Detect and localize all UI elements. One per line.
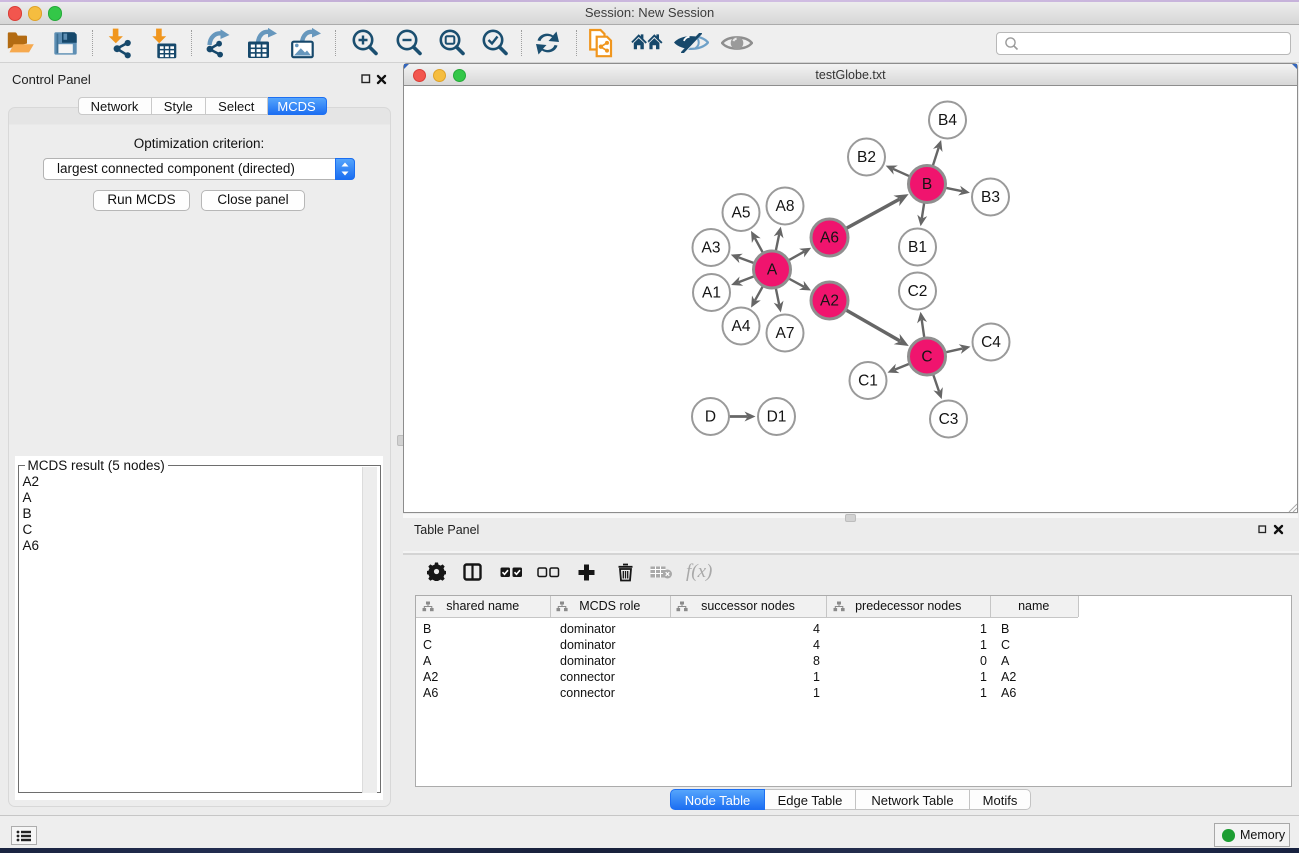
svg-text:D1: D1 xyxy=(767,409,787,426)
svg-text:A7: A7 xyxy=(776,325,795,342)
svg-text:A: A xyxy=(767,262,778,279)
svg-text:C3: C3 xyxy=(939,411,959,428)
svg-text:C2: C2 xyxy=(908,283,928,300)
svg-text:B3: B3 xyxy=(981,189,1000,206)
svg-text:B: B xyxy=(922,176,932,193)
svg-text:A1: A1 xyxy=(702,285,721,302)
svg-text:B2: B2 xyxy=(857,149,876,166)
svg-text:A3: A3 xyxy=(702,240,721,257)
svg-text:B4: B4 xyxy=(938,112,957,129)
svg-text:C4: C4 xyxy=(981,334,1001,351)
svg-text:A8: A8 xyxy=(776,198,795,215)
svg-text:A4: A4 xyxy=(732,318,751,335)
svg-text:B1: B1 xyxy=(908,239,927,256)
svg-text:C1: C1 xyxy=(858,373,878,390)
svg-text:A2: A2 xyxy=(820,293,839,310)
svg-text:D: D xyxy=(705,409,716,426)
svg-text:A5: A5 xyxy=(732,205,751,222)
svg-text:C: C xyxy=(921,349,932,366)
svg-text:A6: A6 xyxy=(820,230,839,247)
